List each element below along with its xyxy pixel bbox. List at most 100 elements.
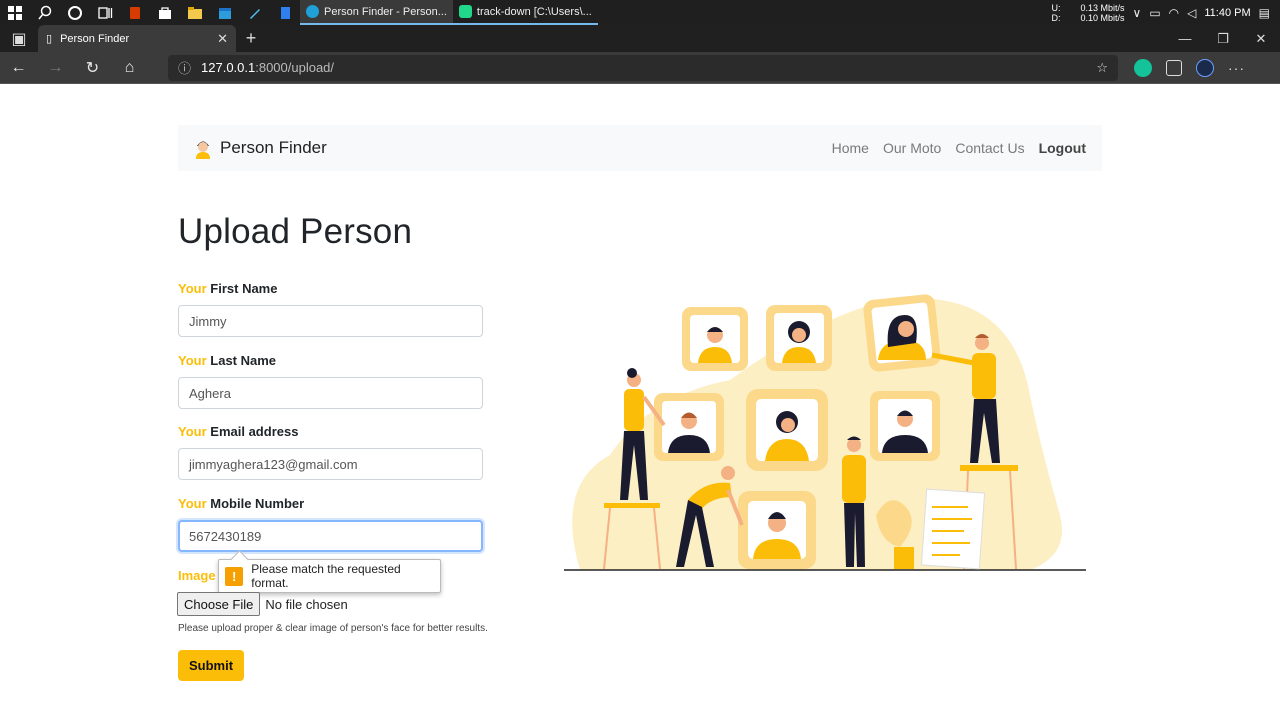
notifications-icon[interactable]: ▤ [1259, 6, 1270, 20]
validation-tooltip: ! Please match the requested format. [218, 559, 441, 593]
profile-avatar-icon[interactable] [1196, 58, 1214, 77]
site-navbar: Person Finder Home Our Moto Contact Us L… [178, 125, 1102, 171]
first-name-field: Your First Name Jimmy [178, 281, 483, 337]
taskbar-app-ide[interactable]: track-down [C:\Users\... [452, 0, 598, 25]
email-field: Your Email address jimmyaghera123@gmail.… [178, 424, 483, 480]
close-window-icon[interactable]: ✕ [1242, 25, 1280, 52]
warning-icon: ! [225, 566, 244, 586]
minimize-icon[interactable]: — [1166, 25, 1204, 52]
net-download: 0.10 Mbit/s [1080, 12, 1125, 23]
people-gallery-illustration [564, 294, 1086, 571]
mobile-label: Your Mobile Number [178, 496, 483, 511]
battery-icon[interactable]: ▭ [1149, 6, 1160, 20]
first-name-input[interactable]: Jimmy [178, 305, 483, 337]
more-menu-icon[interactable]: ··· [1228, 60, 1245, 76]
url-path: :8000/upload/ [255, 60, 335, 75]
web-page: Person Finder Home Our Moto Contact Us L… [0, 85, 1280, 720]
restore-icon[interactable]: ❐ [1204, 25, 1242, 52]
network-speed: U: D: 0.13 Mbit/s 0.10 Mbit/s [1051, 3, 1124, 23]
last-name-input[interactable]: Aghera [178, 377, 483, 409]
page-title: Upload Person [178, 212, 413, 251]
nav-contact-link[interactable]: Contact Us [955, 140, 1024, 156]
tab-title: Person Finder [60, 32, 130, 45]
portrait-frame [863, 294, 941, 372]
url-host: 127.0.0.1 [201, 60, 256, 75]
clock[interactable]: 11:40 PM [1204, 7, 1250, 19]
refresh-icon[interactable]: ↻ [74, 52, 111, 84]
edge-icon [306, 5, 319, 18]
page-favicon-icon: ▯ [46, 33, 53, 45]
grammarly-icon[interactable] [1134, 58, 1152, 77]
email-label: Your Email address [178, 424, 483, 439]
taskbar-app-label: track-down [C:\Users\... [476, 5, 592, 18]
brand[interactable]: Person Finder [194, 137, 327, 159]
portrait-frame [738, 491, 816, 569]
notes-icon[interactable] [270, 0, 300, 25]
portrait-frame [746, 389, 828, 471]
last-name-label: Your Last Name [178, 353, 483, 368]
last-name-field: Your Last Name Aghera [178, 353, 483, 409]
net-upload: 0.13 Mbit/s [1080, 2, 1125, 13]
brand-name: Person Finder [220, 138, 327, 157]
browser-tab[interactable]: ▯ Person Finder ✕ [38, 25, 236, 52]
file-input: Choose File No file chosen [177, 592, 348, 616]
validation-message: Please match the requested format. [251, 562, 401, 590]
back-icon[interactable]: ← [0, 52, 37, 84]
store-icon[interactable] [150, 0, 180, 25]
collections-icon[interactable] [1166, 59, 1182, 76]
choose-file-button[interactable]: Choose File [177, 592, 261, 616]
chevron-up-icon[interactable]: ∨ [1133, 6, 1142, 20]
windows-start-icon[interactable] [0, 0, 30, 25]
submit-button[interactable]: Submit [178, 650, 244, 681]
mobile-field: Your Mobile Number 5672430189 [178, 496, 483, 552]
tab-actions-icon[interactable]: ▣ [0, 25, 38, 52]
person-figure [842, 436, 866, 567]
image-label: Image [178, 568, 216, 583]
mobile-input[interactable]: 5672430189 [178, 520, 483, 552]
new-tab-icon[interactable]: + [236, 28, 266, 49]
nav-moto-link[interactable]: Our Moto [883, 140, 941, 156]
calendar-icon[interactable] [210, 0, 240, 25]
browser-tabbar: ▣ ▯ Person Finder ✕ + — ❐ ✕ [0, 25, 1280, 52]
address-bar[interactable]: ⓘ 127.0.0.1:8000/upload/ ☆ [168, 54, 1118, 81]
forward-icon[interactable]: → [37, 52, 74, 84]
close-tab-icon[interactable]: ✕ [217, 31, 228, 47]
pen-app-icon[interactable] [240, 0, 270, 25]
portrait-frame [870, 391, 940, 461]
nav-home-link[interactable]: Home [832, 140, 869, 156]
person-logo-icon [196, 141, 210, 159]
label-your: Your [178, 424, 207, 439]
label-your: Your [178, 281, 207, 296]
extensions: ··· [1134, 58, 1245, 77]
label-text: Mobile Number [210, 496, 305, 511]
file-explorer-icon[interactable] [180, 0, 210, 25]
taskbar-app-browser[interactable]: Person Finder - Person... [300, 0, 453, 25]
favorite-star-icon[interactable]: ☆ [1096, 60, 1108, 76]
site-info-icon[interactable]: ⓘ [178, 58, 191, 77]
net-download-label: D: [1051, 12, 1061, 23]
cortana-icon[interactable] [60, 0, 90, 25]
label-text: Email address [210, 424, 299, 439]
volume-icon[interactable]: ◁ [1187, 6, 1196, 20]
nav-links: Home Our Moto Contact Us Logout [832, 140, 1086, 156]
label-your: Your [178, 353, 207, 368]
browser-toolbar: ← → ↻ ⌂ ⓘ 127.0.0.1:8000/upload/ ☆ ··· [0, 52, 1280, 84]
label-text: First Name [210, 281, 278, 296]
label-your: Your [178, 496, 207, 511]
label-text: Last Name [210, 353, 277, 368]
email-input[interactable]: jimmyaghera123@gmail.com [178, 448, 483, 480]
pycharm-icon [458, 5, 472, 18]
nav-logout-link[interactable]: Logout [1039, 140, 1086, 156]
system-tray: U: D: 0.13 Mbit/s 0.10 Mbit/s ∨ ▭ ◠ ◁ 11… [1051, 0, 1280, 25]
first-name-label: Your First Name [178, 281, 483, 296]
task-view-icon[interactable] [90, 0, 120, 25]
home-icon[interactable]: ⌂ [111, 52, 148, 84]
wifi-icon[interactable]: ◠ [1169, 6, 1179, 20]
window-controls: — ❐ ✕ [1166, 25, 1280, 52]
no-file-text: No file chosen [265, 596, 348, 612]
office-icon[interactable] [120, 0, 150, 25]
net-upload-label: U: [1051, 2, 1061, 13]
search-icon[interactable] [30, 0, 60, 25]
taskbar-app-label: Person Finder - Person... [324, 5, 447, 18]
portrait-frame [654, 393, 724, 461]
